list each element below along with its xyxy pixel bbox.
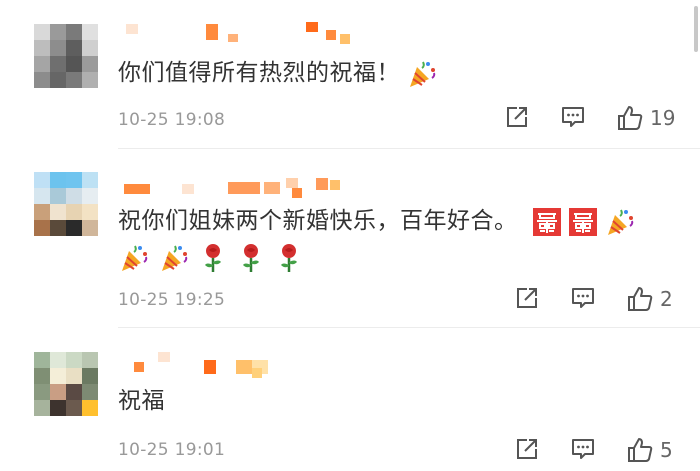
- rose-emoji: [274, 242, 304, 274]
- comment-text: 祝福: [118, 384, 165, 418]
- thumbs-up-icon: [628, 287, 653, 311]
- like-button[interactable]: 19: [616, 104, 675, 132]
- share-button[interactable]: [504, 104, 530, 130]
- comment-time: 10-25 19:08: [118, 110, 226, 130]
- like-button[interactable]: 5: [626, 436, 673, 464]
- scrollbar[interactable]: [694, 6, 698, 52]
- like-count: 19: [650, 106, 676, 130]
- party-popper-emoji: [604, 206, 636, 238]
- comment-body: 你们值得所有热烈的祝福！: [118, 60, 400, 86]
- comment-body: 祝你们姐妹两个新婚快乐，百年好合。: [118, 208, 518, 234]
- avatar[interactable]: [34, 172, 98, 236]
- party-popper-emoji: [158, 242, 190, 274]
- share-button[interactable]: [514, 285, 540, 311]
- username-obscured[interactable]: [120, 352, 380, 378]
- rose-emoji: [236, 242, 266, 274]
- share-icon: [517, 439, 537, 459]
- comment-list: { "comments": [ { "text": "你们值得所有热烈的祝福！"…: [0, 0, 700, 471]
- avatar[interactable]: [34, 352, 98, 416]
- comment-button[interactable]: [570, 436, 596, 462]
- party-popper-emoji: [406, 58, 438, 90]
- divider: [118, 327, 700, 328]
- double-happiness-emoji: [532, 207, 562, 237]
- comment-body: 祝福: [118, 388, 165, 414]
- rose-emoji: [198, 242, 228, 274]
- share-icon: [507, 107, 527, 127]
- like-button[interactable]: 2: [626, 285, 673, 313]
- comment-button[interactable]: [570, 285, 596, 311]
- comment-icon: [572, 288, 594, 308]
- share-icon: [517, 288, 537, 308]
- comment-time: 10-25 19:25: [118, 290, 226, 310]
- comment-time: 10-25 19:01: [118, 440, 226, 460]
- party-popper-emoji: [118, 242, 150, 274]
- comment-icon: [562, 107, 584, 127]
- username-obscured[interactable]: [120, 178, 380, 200]
- divider: [118, 148, 700, 149]
- comment-text: 你们值得所有热烈的祝福！: [118, 56, 438, 90]
- double-happiness-emoji: [568, 207, 598, 237]
- comment-text: 祝你们姐妹两个新婚快乐，百年好合。: [118, 204, 636, 238]
- avatar[interactable]: [34, 24, 98, 88]
- share-button[interactable]: [514, 436, 540, 462]
- comment-icon: [572, 439, 594, 459]
- like-count: 2: [660, 287, 673, 311]
- emoji-row: [118, 242, 312, 274]
- like-count: 5: [660, 438, 673, 462]
- comment-button[interactable]: [560, 104, 586, 130]
- thumbs-up-icon: [628, 438, 653, 462]
- username-obscured[interactable]: [120, 20, 380, 44]
- thumbs-up-icon: [618, 106, 643, 130]
